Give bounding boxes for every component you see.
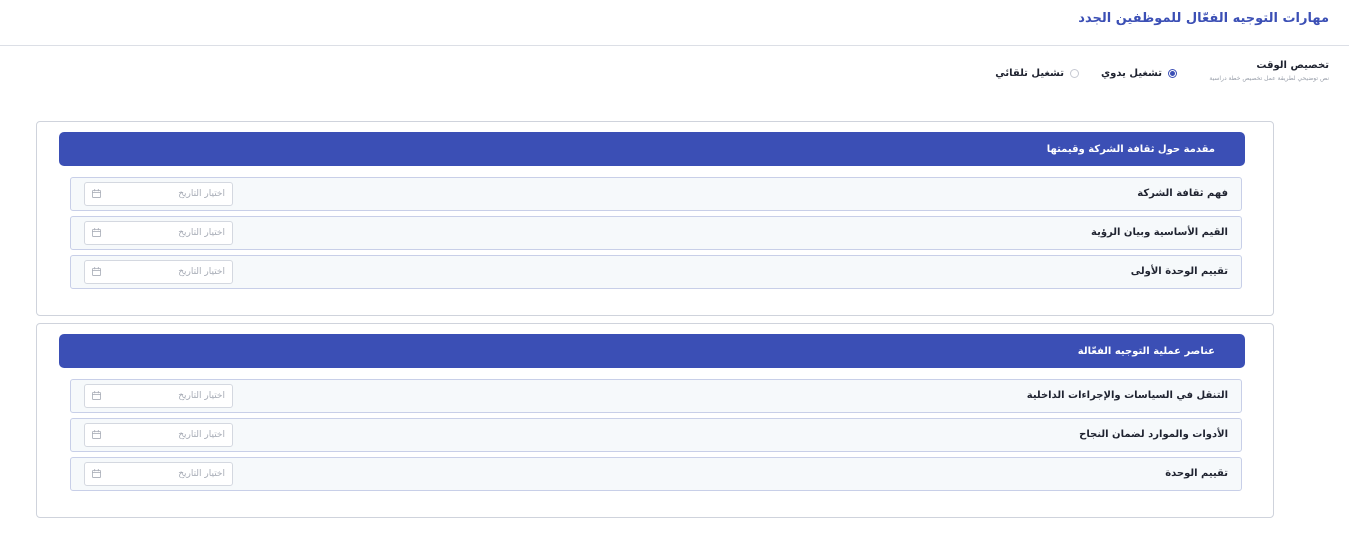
date-picker[interactable]: اختيار التاريخ (84, 462, 233, 486)
radio-auto-button[interactable] (1070, 68, 1079, 78)
date-placeholder: اختيار التاريخ (178, 189, 225, 199)
calendar-icon (92, 267, 101, 276)
page-title: مهارات التوجيه الفعّال للموظفين الجدد (1078, 11, 1329, 26)
calendar-icon (92, 469, 101, 478)
lesson-title: القيم الأساسية وبيان الرؤية (1091, 227, 1228, 238)
date-picker[interactable]: اختيار التاريخ (84, 423, 233, 447)
date-picker[interactable]: اختيار التاريخ (84, 182, 233, 206)
lesson-row: التنقل في السياسات والإجراءات الداخلية ا… (70, 379, 1242, 413)
lesson-title: الأدوات والموارد لضمان النجاح (1079, 429, 1228, 440)
radio-manual-label: تشغيل يدوي (1101, 67, 1162, 79)
radio-manual-option[interactable]: تشغيل يدوي (1101, 66, 1177, 80)
date-placeholder: اختيار التاريخ (178, 228, 225, 238)
date-picker[interactable]: اختيار التاريخ (84, 384, 233, 408)
module-header[interactable]: عناصر عملية التوجيه الفعّالة (59, 334, 1245, 368)
module-section: عناصر عملية التوجيه الفعّالة التنقل في ا… (36, 323, 1274, 518)
lesson-row: الأدوات والموارد لضمان النجاح اختيار الت… (70, 418, 1242, 452)
module-title: مقدمة حول ثقافة الشركة وقيمتها (1046, 143, 1215, 155)
lesson-title: فهم ثقافة الشركة (1137, 188, 1228, 199)
lesson-row: فهم ثقافة الشركة اختيار التاريخ (70, 177, 1242, 211)
module-header[interactable]: مقدمة حول ثقافة الشركة وقيمتها (59, 132, 1245, 166)
lesson-row: تقييم الوحدة اختيار التاريخ (70, 457, 1242, 491)
date-placeholder: اختيار التاريخ (178, 430, 225, 440)
radio-auto-label: تشغيل تلقائي (995, 67, 1064, 79)
date-picker[interactable]: اختيار التاريخ (84, 221, 233, 245)
lesson-row: تقييم الوحدة الأولى اختيار التاريخ (70, 255, 1242, 289)
lesson-row: القيم الأساسية وبيان الرؤية اختيار التار… (70, 216, 1242, 250)
radio-auto-option[interactable]: تشغيل تلقائي (995, 66, 1079, 80)
date-placeholder: اختيار التاريخ (178, 391, 225, 401)
date-picker[interactable]: اختيار التاريخ (84, 260, 233, 284)
date-placeholder: اختيار التاريخ (178, 469, 225, 479)
calendar-icon (92, 189, 101, 198)
header-divider (0, 45, 1349, 46)
radio-manual-button[interactable] (1168, 68, 1177, 78)
module-title: عناصر عملية التوجيه الفعّالة (1077, 345, 1215, 357)
lesson-title: تقييم الوحدة الأولى (1130, 266, 1228, 277)
lesson-title: التنقل في السياسات والإجراءات الداخلية (1026, 390, 1228, 401)
calendar-icon (92, 228, 101, 237)
calendar-icon (92, 391, 101, 400)
module-section: مقدمة حول ثقافة الشركة وقيمتها فهم ثقافة… (36, 121, 1274, 316)
calendar-icon (92, 430, 101, 439)
lesson-title: تقييم الوحدة (1165, 468, 1228, 479)
date-placeholder: اختيار التاريخ (178, 267, 225, 277)
